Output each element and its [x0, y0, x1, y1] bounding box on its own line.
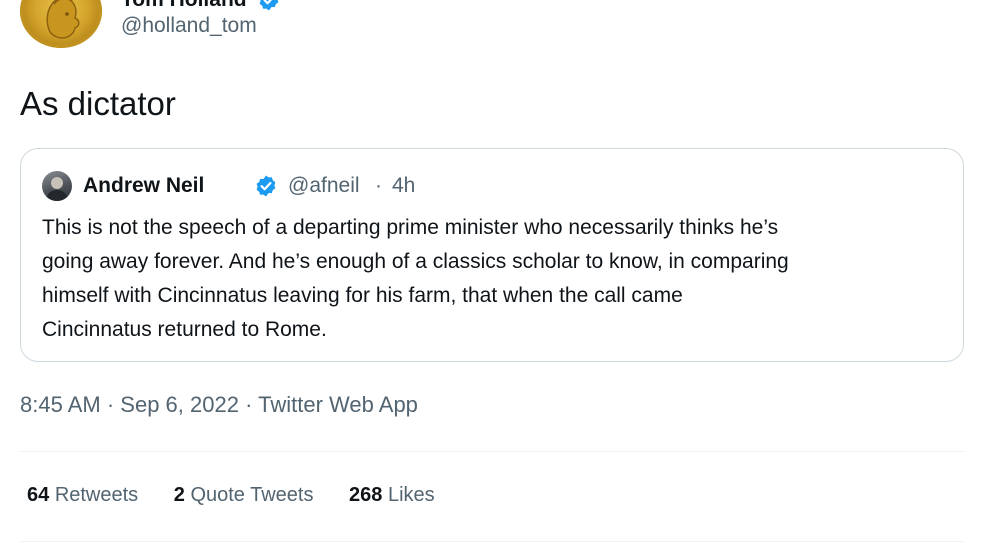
quote-tweets-count: 2: [173, 484, 185, 506]
portrait-icon: [46, 177, 68, 201]
quote-tweets-label: Quote Tweets: [190, 484, 314, 506]
quoted-text-line: going away forever. And he’s enough of a…: [42, 250, 789, 273]
likes-label: Likes: [387, 484, 435, 506]
coin-profile-icon: [46, 0, 80, 39]
tweet-detail: Tom Holland @holland_tom As dictator And…: [0, 0, 992, 558]
separator-dot: ·: [375, 174, 382, 197]
quoted-author-name[interactable]: Andrew Neil: [83, 174, 204, 198]
quote-tweets-stat[interactable]: 2 Quote Tweets: [174, 484, 314, 507]
separator-dot: ·: [106, 392, 115, 417]
likes-count: 268: [349, 484, 383, 506]
retweets-count: 64: [27, 484, 50, 506]
author-handle[interactable]: @holland_tom: [121, 14, 257, 38]
tweet-metadata: 8:45 AM · Sep 6, 2022 · Twitter Web App: [20, 392, 418, 418]
quoted-tweet-text: This is not the speech of a departing pr…: [42, 211, 947, 347]
quoted-text-line: himself with Cincinnatus leaving for his…: [42, 284, 683, 307]
quoted-text-line: Cincinnatus returned to Rome.: [42, 318, 327, 341]
tweet-stats: 64 Retweets 2 Quote Tweets 268 Likes: [27, 484, 465, 507]
separator-dot: ·: [245, 392, 253, 417]
tweet-timestamp[interactable]: 8:45 AM: [20, 392, 101, 417]
divider: [20, 451, 964, 452]
retweets-stat[interactable]: 64 Retweets: [27, 484, 138, 507]
verified-badge-icon: [259, 0, 279, 11]
quoted-time-ago[interactable]: 4h: [392, 174, 415, 198]
quoted-author-avatar[interactable]: [42, 171, 72, 201]
quoted-tweet[interactable]: Andrew Neil @afneil · 4h This is not the…: [20, 148, 964, 362]
quoted-author-handle[interactable]: @afneil: [288, 174, 360, 198]
retweets-label: Retweets: [54, 484, 139, 506]
quoted-text-line: This is not the speech of a departing pr…: [42, 216, 779, 239]
tweet-source[interactable]: Twitter Web App: [258, 392, 418, 417]
tweet-text: As dictator: [20, 85, 176, 122]
divider: [20, 541, 964, 542]
verified-badge-icon: [256, 175, 276, 197]
author-name[interactable]: Tom Holland: [121, 0, 279, 12]
tweet-date[interactable]: Sep 6, 2022: [120, 392, 239, 417]
author-avatar[interactable]: [20, 0, 102, 48]
likes-stat[interactable]: 268 Likes: [349, 484, 435, 507]
